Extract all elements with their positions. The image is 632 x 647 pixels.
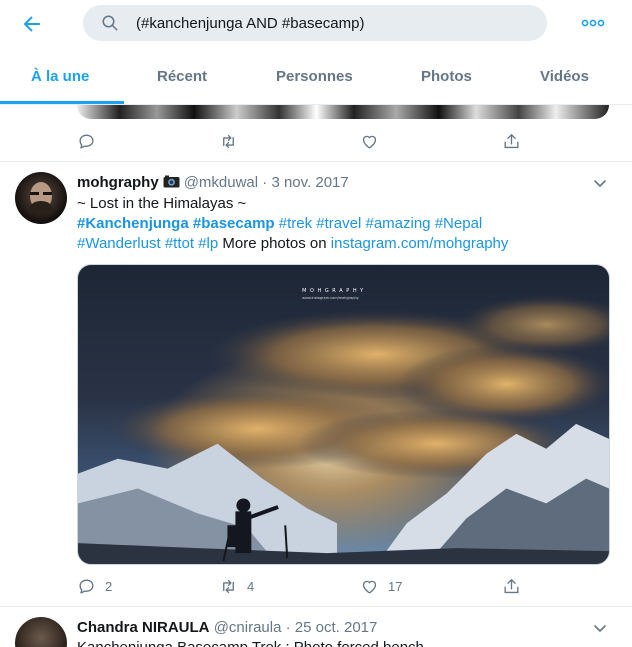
reply-count: 2 — [105, 578, 113, 594]
camera-emoji-icon — [163, 175, 180, 188]
arrow-left-icon[interactable] — [20, 12, 44, 36]
tweet-date[interactable]: 25 oct. 2017 — [295, 619, 378, 636]
previous-tweet-image[interactable] — [77, 105, 609, 119]
tweet-text: Kanchenjunga Basecamp Trek : Photo force… — [77, 638, 607, 647]
share-button[interactable] — [502, 575, 521, 597]
tab-latest[interactable]: Récent — [157, 68, 207, 85]
tweet-actions: 2 4 17 — [0, 575, 632, 597]
reply-button[interactable] — [77, 130, 96, 152]
search-box[interactable]: (#kanchenjunga AND #basecamp) — [83, 5, 547, 41]
retweet-icon — [223, 134, 234, 148]
tab-people[interactable]: Personnes — [276, 68, 353, 85]
tweet-divider — [0, 606, 632, 607]
photo-watermark-url: www.instagram.com/mohgraphy — [302, 296, 359, 300]
display-name[interactable]: Chandra NIRAULA — [77, 619, 210, 636]
share-button[interactable] — [502, 130, 521, 152]
tweet-header: mohgraphy @mkduwal · 3 nov. 2017 — [77, 174, 349, 191]
chevron-down-icon[interactable] — [592, 620, 608, 636]
tweet-hashtags-line: #Wanderlust #ttot #lp More photos on ins… — [77, 234, 607, 254]
tweet-text-line: ~ Lost in the Himalayas ~ — [77, 195, 247, 212]
more-dots-icon[interactable] — [580, 15, 606, 31]
hashtag[interactable]: #Wanderlust — [77, 235, 161, 252]
search-icon — [101, 14, 119, 32]
photo-watermark: M O H G R A P H Y — [302, 288, 364, 294]
reply-button[interactable]: 2 — [77, 575, 112, 597]
hashtag[interactable]: #trek — [279, 215, 312, 232]
tweet-photo[interactable]: M O H G R A P H Y www.instagram.com/mohg… — [77, 264, 610, 565]
tweet-text: ~ Lost in the Himalayas ~ #Kanchenjunga … — [77, 194, 607, 254]
tweet-date[interactable]: 3 nov. 2017 — [271, 174, 348, 191]
active-tab-indicator — [0, 101, 124, 104]
instagram-link[interactable]: instagram.com/mohgraphy — [331, 235, 509, 252]
retweet-button[interactable]: 4 — [219, 575, 254, 597]
share-icon — [504, 578, 519, 593]
heart-icon — [362, 580, 377, 594]
tweet-divider — [0, 161, 632, 162]
user-handle[interactable]: @cniraula — [214, 619, 282, 636]
avatar[interactable] — [15, 172, 67, 224]
search-tabs: À la une Récent Personnes Photos Vidéos — [0, 48, 632, 105]
previous-tweet-actions — [0, 130, 632, 152]
display-name[interactable]: mohgraphy — [77, 174, 159, 191]
tweet-text-more: More photos on — [222, 235, 327, 252]
search-input[interactable]: (#kanchenjunga AND #basecamp) — [136, 15, 364, 32]
retweet-button[interactable] — [219, 130, 238, 152]
retweet-icon — [223, 579, 234, 593]
hashtag[interactable]: #Nepal — [435, 215, 483, 232]
like-button[interactable]: 17 — [360, 575, 402, 597]
like-button[interactable] — [360, 130, 379, 152]
hashtag[interactable]: #lp — [198, 235, 218, 252]
tab-top[interactable]: À la une — [31, 68, 89, 85]
reply-icon — [79, 578, 94, 594]
hashtag[interactable]: #Kanchenjunga — [77, 215, 189, 232]
user-handle[interactable]: @mkduwal — [184, 174, 258, 191]
chevron-down-icon[interactable] — [592, 175, 608, 191]
hashtag[interactable]: #amazing — [365, 215, 430, 232]
top-bar: (#kanchenjunga AND #basecamp) — [0, 0, 632, 48]
mountain-photo: M O H G R A P H Y www.instagram.com/mohg… — [78, 265, 609, 564]
reply-icon — [79, 133, 94, 149]
tweet-hashtags-line: #Kanchenjunga #basecamp #trek #travel #a… — [77, 214, 607, 234]
hashtag[interactable]: #travel — [316, 215, 361, 232]
like-count: 17 — [388, 578, 403, 594]
retweet-count: 4 — [247, 578, 255, 594]
avatar[interactable] — [15, 617, 67, 647]
hashtag[interactable]: #ttot — [165, 235, 194, 252]
hashtag[interactable]: #basecamp — [193, 215, 275, 232]
tweet-header: Chandra NIRAULA @cniraula · 25 oct. 2017 — [77, 619, 378, 636]
tab-photos[interactable]: Photos — [421, 68, 472, 85]
share-icon — [504, 133, 519, 148]
heart-icon — [362, 135, 377, 149]
tab-videos[interactable]: Vidéos — [540, 68, 589, 85]
